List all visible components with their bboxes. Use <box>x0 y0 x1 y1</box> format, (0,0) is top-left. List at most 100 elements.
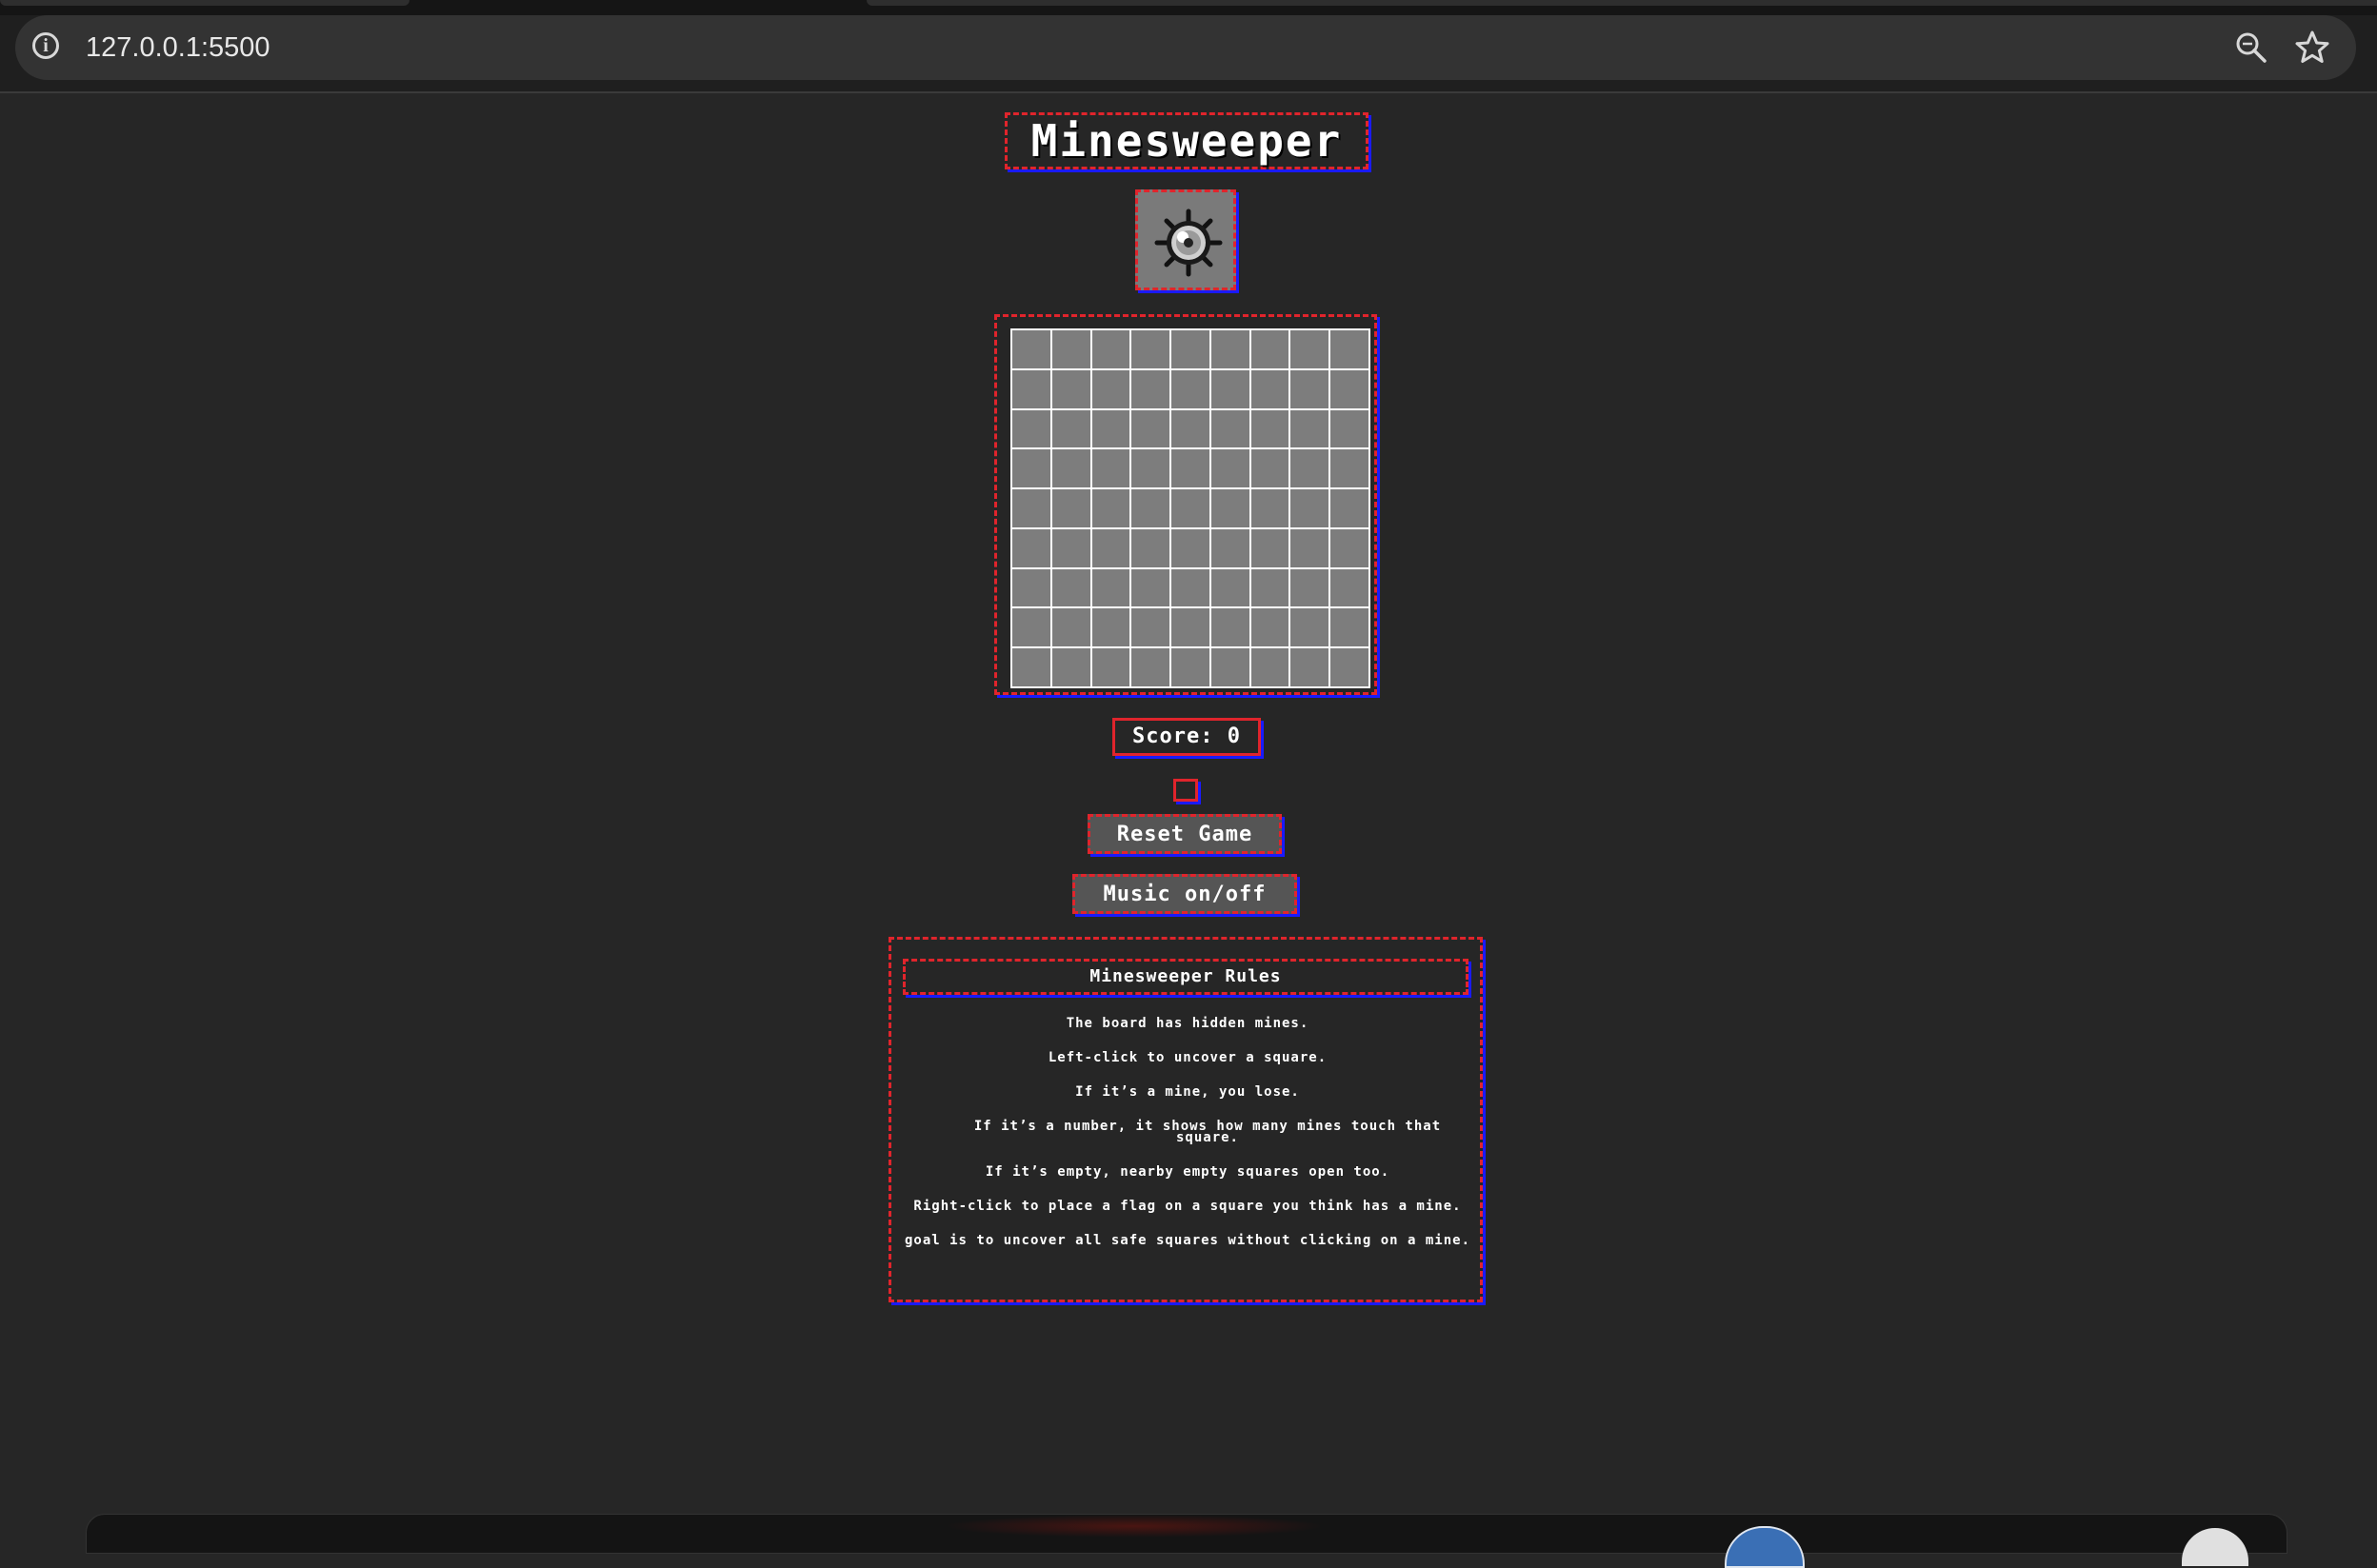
board-cell[interactable] <box>1171 528 1209 567</box>
music-toggle-button[interactable]: Music on/off <box>1072 874 1297 914</box>
board-cell[interactable] <box>1330 528 1368 567</box>
board-cell[interactable] <box>1210 330 1249 368</box>
board-cell[interactable] <box>1250 369 1289 408</box>
face-button[interactable] <box>1135 189 1236 290</box>
address-bar[interactable]: i 127.0.0.1:5500 <box>15 15 2356 80</box>
browser-tab[interactable] <box>867 0 2377 6</box>
game-title: Minesweeper <box>1005 112 1368 169</box>
board-cell[interactable] <box>1250 568 1289 607</box>
board-cell[interactable] <box>1051 330 1090 368</box>
board-cell[interactable] <box>1210 409 1249 448</box>
board-cell[interactable] <box>1290 648 1329 686</box>
board-cell[interactable] <box>1091 449 1130 488</box>
board-cell[interactable] <box>1330 489 1368 527</box>
board-cell[interactable] <box>1091 489 1130 527</box>
board-cell[interactable] <box>1051 528 1090 567</box>
info-icon[interactable]: i <box>32 32 59 59</box>
board-cell[interactable] <box>1131 608 1170 647</box>
board-cell[interactable] <box>1210 369 1249 408</box>
board-cell[interactable] <box>1091 568 1130 607</box>
board-cell[interactable] <box>1012 528 1050 567</box>
board-cell[interactable] <box>1250 489 1289 527</box>
board-cell[interactable] <box>1330 369 1368 408</box>
rule-item: Left-click to uncover a square. <box>1048 1050 1328 1065</box>
taskbar-app-icon[interactable] <box>1725 1526 1805 1568</box>
board-cell[interactable] <box>1171 568 1209 607</box>
browser-tab[interactable] <box>0 0 409 6</box>
board-cell[interactable] <box>1330 409 1368 448</box>
board-cell[interactable] <box>1290 449 1329 488</box>
board-cell[interactable] <box>1210 449 1249 488</box>
board-cell[interactable] <box>1131 330 1170 368</box>
board-cell[interactable] <box>1290 489 1329 527</box>
board-cell[interactable] <box>1250 449 1289 488</box>
board-cell[interactable] <box>1250 608 1289 647</box>
rule-item: The board has hidden mines. <box>1066 1016 1309 1031</box>
board-cell[interactable] <box>1131 369 1170 408</box>
board-cell[interactable] <box>1290 369 1329 408</box>
board-cell[interactable] <box>1330 608 1368 647</box>
board-cell[interactable] <box>1091 330 1130 368</box>
board-cell[interactable] <box>1091 528 1130 567</box>
board-cell[interactable] <box>1091 409 1130 448</box>
board-cell[interactable] <box>1051 568 1090 607</box>
board-cell[interactable] <box>1250 648 1289 686</box>
board-cell[interactable] <box>1171 330 1209 368</box>
board-cell[interactable] <box>1290 568 1329 607</box>
board-cell[interactable] <box>1210 489 1249 527</box>
board-cell[interactable] <box>1171 409 1209 448</box>
board-cell[interactable] <box>1250 409 1289 448</box>
board-cell[interactable] <box>1171 648 1209 686</box>
board-cell[interactable] <box>1210 608 1249 647</box>
bookmark-star-icon[interactable] <box>2293 29 2331 67</box>
board-cell[interactable] <box>1051 489 1090 527</box>
board-cell[interactable] <box>1131 489 1170 527</box>
board-cell[interactable] <box>1051 449 1090 488</box>
board-cell[interactable] <box>1171 369 1209 408</box>
board-cell[interactable] <box>1330 449 1368 488</box>
board-cell[interactable] <box>1012 648 1050 686</box>
board-cell[interactable] <box>1012 449 1050 488</box>
board-cell[interactable] <box>1051 608 1090 647</box>
board-cell[interactable] <box>1250 528 1289 567</box>
reset-game-button[interactable]: Reset Game <box>1088 814 1282 854</box>
board-cell[interactable] <box>1012 369 1050 408</box>
board-cell[interactable] <box>1131 449 1170 488</box>
board-cell[interactable] <box>1131 409 1170 448</box>
board-cell[interactable] <box>1290 608 1329 647</box>
board-cell[interactable] <box>1012 330 1050 368</box>
board-cell[interactable] <box>1330 330 1368 368</box>
board-cell[interactable] <box>1012 568 1050 607</box>
board-cell[interactable] <box>1091 648 1130 686</box>
board-cell[interactable] <box>1091 369 1130 408</box>
rules-title: Minesweeper Rules <box>903 959 1468 995</box>
board-cell[interactable] <box>1250 330 1289 368</box>
board-cell[interactable] <box>1290 409 1329 448</box>
board-cell[interactable] <box>1171 449 1209 488</box>
board-cell[interactable] <box>1330 568 1368 607</box>
board-cell[interactable] <box>1210 528 1249 567</box>
board-cell[interactable] <box>1012 608 1050 647</box>
board-cell[interactable] <box>1012 489 1050 527</box>
taskbar-app-icon[interactable] <box>2182 1528 2248 1566</box>
board-cell[interactable] <box>1131 568 1170 607</box>
board-cell[interactable] <box>1171 608 1209 647</box>
board-cell[interactable] <box>1131 528 1170 567</box>
board-cell[interactable] <box>1051 369 1090 408</box>
board-cell[interactable] <box>1131 648 1170 686</box>
board-cell[interactable] <box>1210 568 1249 607</box>
url-text[interactable]: 127.0.0.1:5500 <box>86 15 270 80</box>
board-cell[interactable] <box>1171 489 1209 527</box>
board-cell[interactable] <box>1290 330 1329 368</box>
os-taskbar <box>86 1514 2287 1568</box>
zoom-icon[interactable] <box>2234 30 2268 65</box>
board-cell[interactable] <box>1051 409 1090 448</box>
board-cell[interactable] <box>1210 648 1249 686</box>
board-cell[interactable] <box>1330 648 1368 686</box>
board-cell[interactable] <box>1091 608 1130 647</box>
board-cell[interactable] <box>1290 528 1329 567</box>
board-cell[interactable] <box>1012 409 1050 448</box>
board-cell[interactable] <box>1051 648 1090 686</box>
rule-item: If it’s a mine, you lose. <box>1075 1084 1300 1100</box>
page-content: Minesweeper Score: 0 Reset Game Music on… <box>0 93 2377 1512</box>
